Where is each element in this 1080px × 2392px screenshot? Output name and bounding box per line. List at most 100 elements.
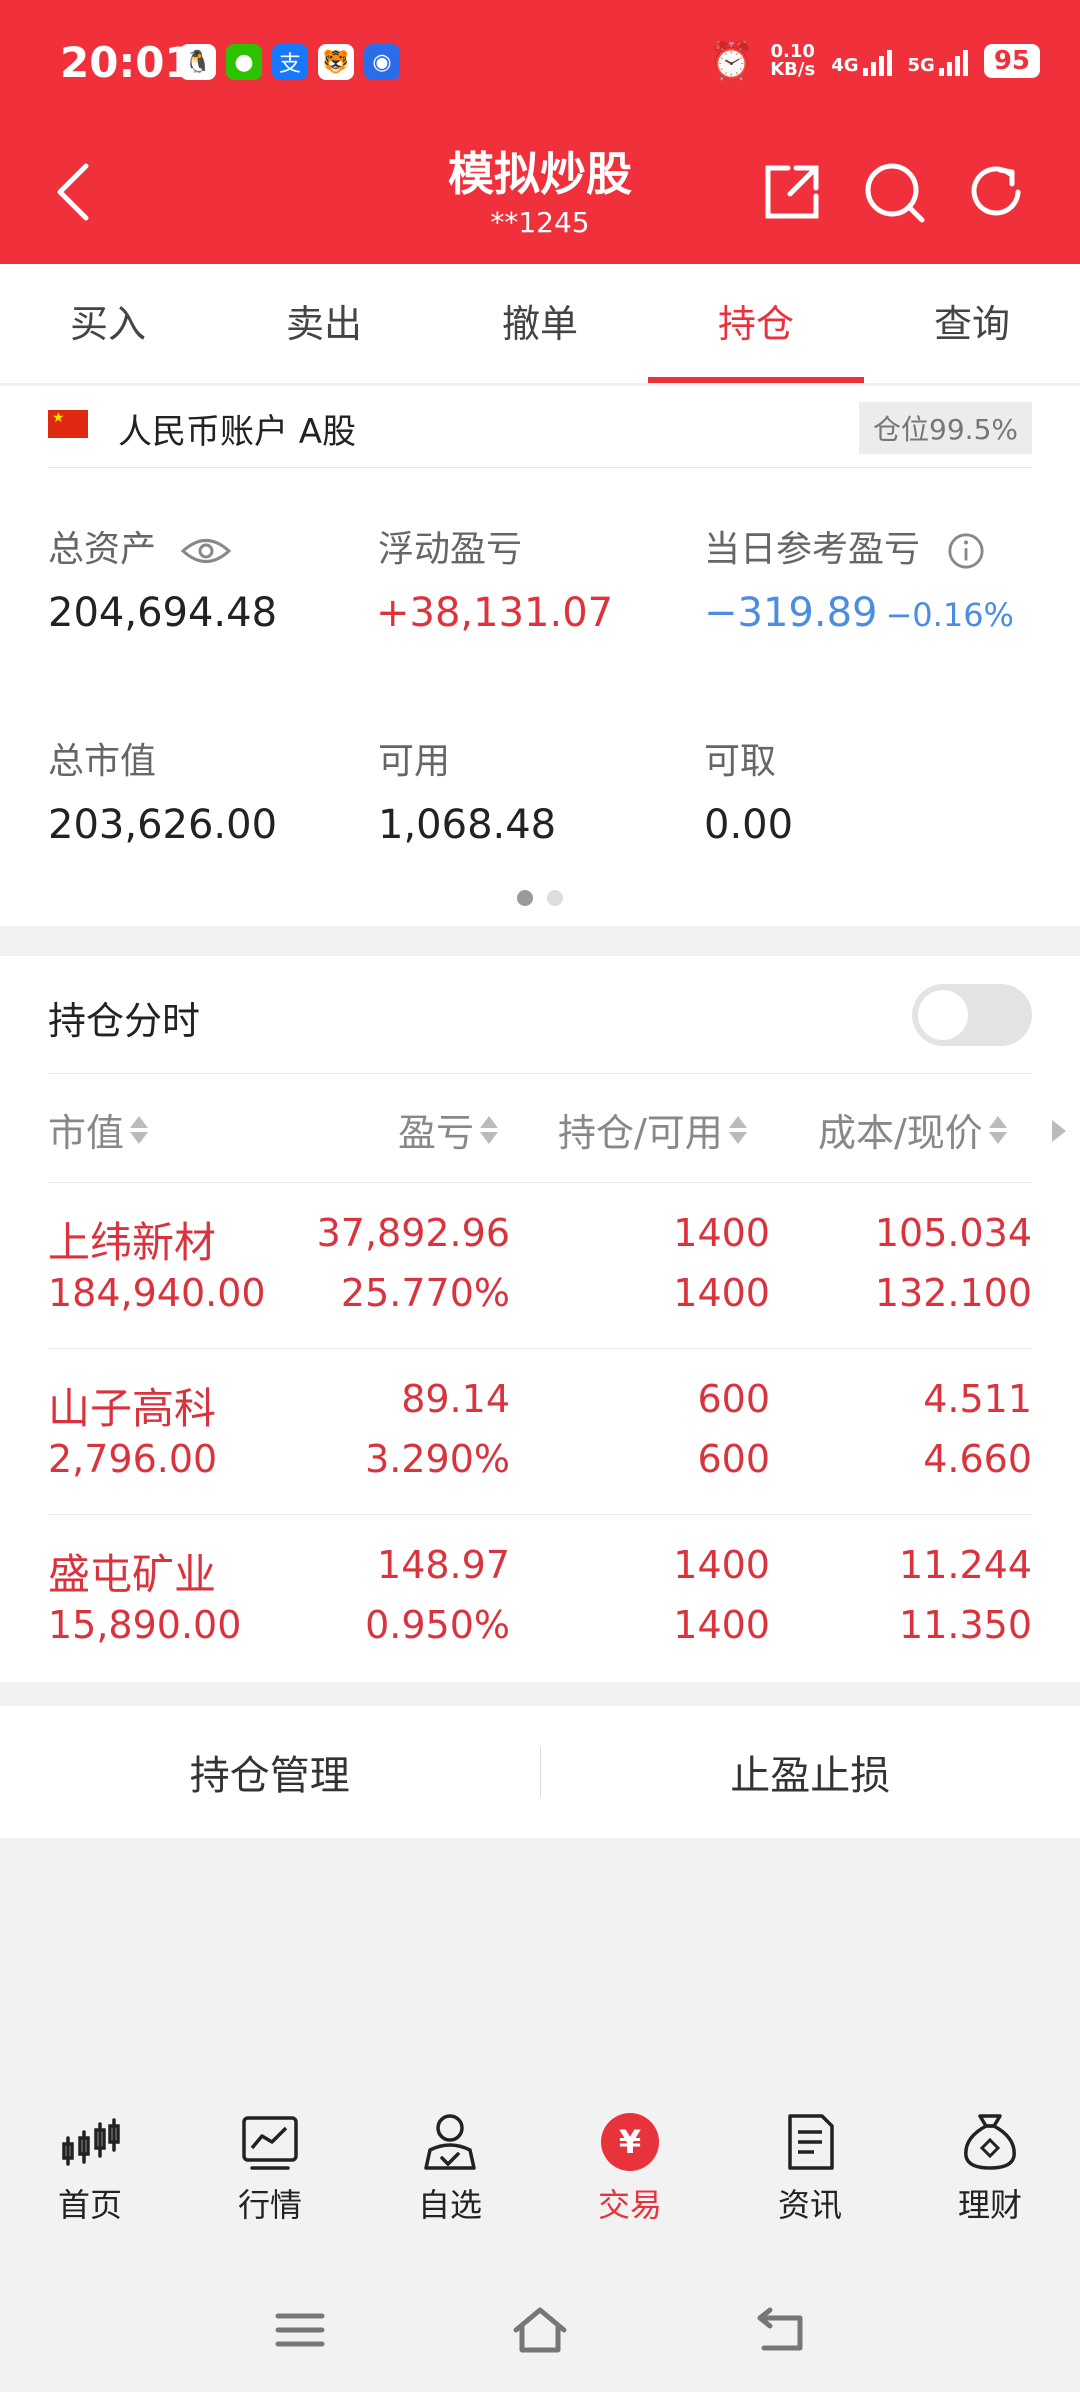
- stock-price: 132.100: [874, 1271, 1032, 1315]
- network-speed: 0.10 KB/s: [770, 41, 816, 80]
- nav-watchlist[interactable]: 自选: [360, 2110, 540, 2260]
- column-market-value[interactable]: 市值: [48, 1102, 149, 1157]
- status-right: ⏰ 0.10 KB/s 4G 5G 95: [709, 40, 1040, 82]
- stock-name: 盛屯矿业: [48, 1550, 217, 1599]
- scroll-right-icon[interactable]: [1052, 1120, 1066, 1142]
- tab-cancel-order[interactable]: 撤单: [432, 264, 648, 383]
- nav-market[interactable]: 行情: [180, 2110, 360, 2260]
- alarm-icon: ⏰: [709, 41, 755, 82]
- nav-news[interactable]: 资讯: [720, 2110, 900, 2260]
- floating-pl-label: 浮动盈亏: [378, 529, 523, 570]
- stock-available: 600: [697, 1437, 770, 1481]
- tab-sell[interactable]: 卖出: [216, 264, 432, 383]
- withdrawable-label: 可取: [704, 741, 777, 782]
- share-icon[interactable]: [760, 160, 824, 224]
- available-value: 1,068.48: [378, 802, 557, 848]
- table-row[interactable]: 盛屯矿业 15,890.00 148.97 0.950% 1400 1400 1…: [48, 1514, 1032, 1680]
- nav-home[interactable]: 首页: [0, 2110, 180, 2260]
- page-dot-active: [517, 890, 533, 906]
- sort-icon: [988, 1115, 1007, 1144]
- stock-name: 山子高科: [48, 1384, 217, 1433]
- refresh-icon[interactable]: [964, 160, 1028, 224]
- column-holding-available[interactable]: 持仓/可用: [558, 1102, 747, 1157]
- stock-pl-pct: 25.770%: [340, 1271, 510, 1315]
- table-row[interactable]: 上纬新材 184,940.00 37,892.96 25.770% 1400 1…: [48, 1182, 1032, 1348]
- stock-pl: 148.97: [377, 1543, 510, 1587]
- svg-text:¥: ¥: [619, 2123, 641, 2161]
- nav-wealth[interactable]: 理财: [900, 2110, 1080, 2260]
- position-actions: 持仓管理 止盈止损: [0, 1706, 1080, 1838]
- trade-tabs: 买入 卖出 撤单 持仓 查询: [0, 264, 1080, 384]
- yuan-coin-icon: ¥: [601, 2113, 659, 2171]
- sort-icon: [728, 1115, 747, 1144]
- user-check-icon: [424, 2114, 476, 2170]
- stock-price: 4.660: [923, 1437, 1032, 1481]
- menu-icon[interactable]: [270, 2300, 330, 2360]
- stock-cost: 105.034: [874, 1211, 1032, 1255]
- stock-market-value: 15,890.00: [48, 1603, 242, 1647]
- signal-bars-icon: [938, 46, 968, 76]
- page-dot: [547, 890, 563, 906]
- column-cost-price[interactable]: 成本/现价: [818, 1102, 1007, 1157]
- battery-indicator: 95: [983, 44, 1040, 78]
- positions-title: 持仓分时: [48, 999, 201, 1043]
- page-indicator: [0, 890, 1080, 906]
- stock-holding: 1400: [673, 1543, 770, 1587]
- nav-trade[interactable]: ¥ 交易: [540, 2110, 720, 2260]
- daily-ref-pl-percent: −0.16%: [885, 596, 1014, 634]
- candlestick-icon: [62, 2118, 120, 2166]
- tab-buy[interactable]: 买入: [0, 264, 216, 383]
- back-icon[interactable]: [750, 2300, 810, 2360]
- stock-pl: 89.14: [401, 1377, 510, 1421]
- eye-icon[interactable]: [181, 536, 232, 566]
- account-summary: 人民币账户 A股 仓位99.5% 总资产 204,694.48 浮动盈亏 +38…: [0, 386, 1080, 926]
- withdrawable-value: 0.00: [704, 802, 794, 848]
- take-profit-stop-loss-button[interactable]: 止盈止损: [541, 1743, 1080, 1801]
- column-profit-loss[interactable]: 盈亏: [398, 1102, 499, 1157]
- wechat-icon: ●: [226, 44, 262, 80]
- positions-header: 持仓分时: [48, 956, 1032, 1074]
- china-flag-icon: [48, 410, 88, 438]
- status-bar: 20:01 🐧 ● 支 🐯 ◉ ⏰ 0.10 KB/s 4G 5G 95: [0, 0, 1080, 130]
- signal-bars-icon: [862, 46, 892, 76]
- stock-pl-pct: 0.950%: [365, 1603, 510, 1647]
- position-management-button[interactable]: 持仓管理: [0, 1743, 540, 1801]
- total-assets-label: 总资产: [48, 520, 232, 572]
- sort-icon: [130, 1115, 149, 1144]
- document-icon: [788, 2114, 834, 2170]
- info-icon[interactable]: [947, 532, 985, 570]
- available-label: 可用: [378, 741, 451, 782]
- stock-market-value: 2,796.00: [48, 1437, 218, 1481]
- tiger-app-icon: 🐯: [318, 44, 354, 80]
- floating-pl-value: +38,131.07: [376, 590, 614, 636]
- tab-query[interactable]: 查询: [864, 264, 1080, 383]
- position-ratio-badge: 仓位99.5%: [859, 402, 1032, 454]
- daily-ref-pl-value: −319.89 −0.16%: [704, 590, 1014, 636]
- account-selector[interactable]: 人民币账户 A股 仓位99.5%: [48, 386, 1032, 468]
- app-header: 20:01 🐧 ● 支 🐯 ◉ ⏰ 0.10 KB/s 4G 5G 95 模拟炒…: [0, 0, 1080, 264]
- tab-holdings[interactable]: 持仓: [648, 264, 864, 383]
- stock-price: 11.350: [899, 1603, 1032, 1647]
- stock-cost: 4.511: [923, 1377, 1032, 1421]
- qq-icon: 🐧: [180, 44, 216, 80]
- sort-icon: [480, 1115, 499, 1144]
- stock-available: 1400: [673, 1603, 770, 1647]
- search-icon[interactable]: [862, 160, 926, 224]
- home-icon[interactable]: [510, 2300, 570, 2360]
- table-row[interactable]: 山子高科 2,796.00 89.14 3.290% 600 600 4.511…: [48, 1348, 1032, 1514]
- account-name: 人民币账户 A股: [118, 412, 357, 452]
- bottom-nav: 首页 行情 自选 ¥ 交易 资讯 理财: [0, 2110, 1080, 2260]
- system-nav-bar: [0, 2280, 1080, 2380]
- notification-icons: 🐧 ● 支 🐯 ◉: [180, 44, 400, 80]
- stock-pl: 37,892.96: [316, 1211, 510, 1255]
- stock-holding: 600: [697, 1377, 770, 1421]
- signal-4g: 4G: [831, 46, 892, 76]
- intraday-toggle[interactable]: [912, 984, 1032, 1046]
- status-time: 20:01: [60, 38, 194, 87]
- stock-market-value: 184,940.00: [48, 1271, 266, 1315]
- stock-available: 1400: [673, 1271, 770, 1315]
- line-chart-icon: [242, 2116, 298, 2170]
- signal-5g: 5G: [908, 46, 968, 76]
- positions-panel: 持仓分时 市值 盈亏 持仓/可用 成本/现价 上纬新材 184,940.00 3…: [0, 956, 1080, 1682]
- stock-name: 上纬新材: [48, 1218, 217, 1267]
